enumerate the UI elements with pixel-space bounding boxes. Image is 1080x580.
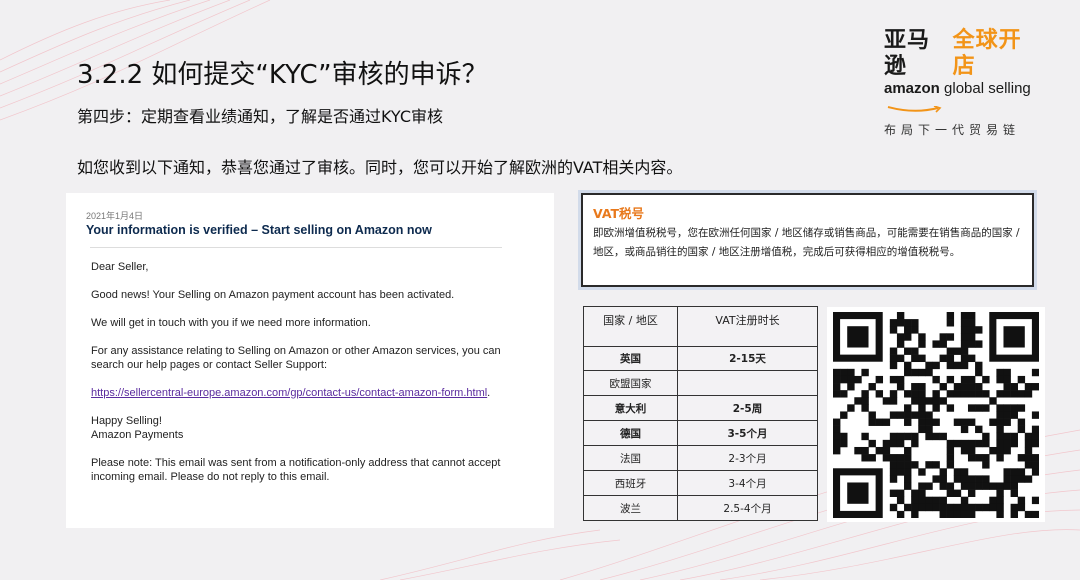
duration-cell: 2.5-4个月 — [677, 495, 818, 521]
header-country: 国家 / 地区 — [583, 306, 678, 347]
email-date: 2021年1月4日 — [86, 211, 144, 221]
email-para-assistance: For any assistance relating to Selling o… — [91, 345, 501, 371]
vat-title: VAT税号 — [593, 206, 645, 221]
email-subject: Your information is verified – Start sel… — [86, 223, 432, 237]
notice-text: 如您收到以下通知，恭喜您通过了审核。同时，您可以开始了解欧洲的VAT相关内容。 — [77, 158, 683, 177]
verification-email: 2021年1月4日 Your information is verified –… — [66, 193, 554, 528]
email-note: Please note: This email was sent from a … — [91, 457, 501, 483]
table-row: 意大利 2-5周 — [583, 395, 818, 421]
country-cell: 意大利 — [583, 395, 678, 421]
vat-description: 即欧洲增值税税号，您在欧洲任何国家 / 地区储存或销售商品，可能需要在销售商品的… — [593, 227, 1020, 258]
step-subtitle: 第四步：定期查看业绩通知，了解是否通过KYC审核 — [77, 107, 443, 126]
country-cell: 法国 — [583, 445, 678, 471]
table-row: 德国 3-5个月 — [583, 420, 818, 446]
logo-en-part1: amazon — [884, 80, 940, 97]
vat-info-box: VAT税号 即欧洲增值税税号，您在欧洲任何国家 / 地区储存或销售商品，可能需要… — [581, 193, 1034, 287]
logo-cn-part2: 全球开店 — [952, 28, 1022, 79]
table-row: 波兰 2.5-4个月 — [583, 495, 818, 521]
duration-cell — [677, 370, 818, 396]
email-body: Dear Seller, Good news! Your Selling on … — [86, 248, 534, 484]
logo-tagline: 布局下一代贸易链 — [884, 123, 1021, 137]
duration-cell: 2-3个月 — [677, 445, 818, 471]
qr-code-icon — [833, 312, 1039, 518]
country-cell: 西班牙 — [583, 470, 678, 496]
table-header-row: 国家 / 地区 VAT注册时长 — [583, 306, 818, 347]
page-title: 3.2.2 如何提交“KYC”审核的申诉？ — [77, 60, 488, 90]
email-para-contact: We will get in touch with you if we need… — [91, 317, 371, 329]
table-row: 英国 2-15天 — [583, 346, 818, 371]
email-link-line: https://sellercentral-europe.amazon.com/… — [91, 386, 534, 400]
duration-cell: 3-5个月 — [677, 420, 818, 446]
seller-support-link[interactable]: https://sellercentral-europe.amazon.com/… — [91, 387, 487, 399]
duration-cell: 3-4个月 — [677, 470, 818, 496]
amazon-smile-icon — [887, 105, 942, 113]
country-cell: 欧盟国家 — [583, 370, 678, 396]
amazon-global-selling-logo: 亚马逊 全球开店 amazon global selling 布局下一代贸易链 — [884, 28, 1044, 138]
email-greeting: Dear Seller, — [91, 261, 149, 273]
duration-cell: 2-15天 — [677, 346, 818, 371]
email-para-activated: Good news! Your Selling on Amazon paymen… — [91, 289, 455, 301]
link-suffix: . — [487, 387, 491, 399]
country-cell: 波兰 — [583, 495, 678, 521]
duration-cell: 2-5周 — [677, 395, 818, 421]
vat-registration-table: 国家 / 地区 VAT注册时长 英国 2-15天 欧盟国家 意大利 2-5周 德… — [583, 306, 818, 521]
email-signoff: Happy Selling! Amazon Payments — [91, 414, 534, 442]
logo-cn-part1: 亚马逊 — [884, 28, 931, 79]
table-row: 法国 2-3个月 — [583, 445, 818, 471]
country-cell: 德国 — [583, 420, 678, 446]
email-signature: Amazon Payments — [91, 429, 184, 441]
table-row: 西班牙 3-4个月 — [583, 470, 818, 496]
header-duration: VAT注册时长 — [677, 306, 818, 347]
country-cell: 英国 — [583, 346, 678, 371]
table-row: 欧盟国家 — [583, 370, 818, 396]
email-closing: Happy Selling! — [91, 415, 162, 427]
qr-code[interactable] — [827, 307, 1045, 522]
logo-en-part2: global selling — [944, 80, 1031, 97]
